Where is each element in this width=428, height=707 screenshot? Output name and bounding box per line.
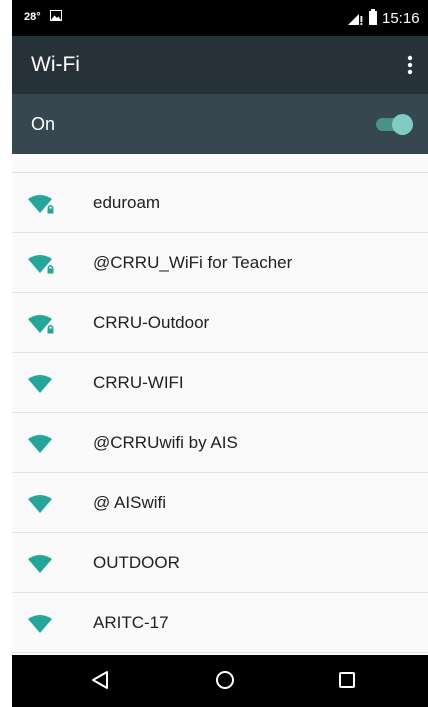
wifi-switch-label: On: [31, 114, 56, 134]
network-ssid: OUTDOOR: [93, 553, 180, 572]
toggle-thumb[interactable]: [392, 114, 413, 135]
status-bar: 28° 15:16: [12, 0, 428, 36]
network-row[interactable]: eduroam: [12, 173, 428, 233]
wifi-settings-screen: 28° 15:16 Wi-Fi On eduroam @CRRU_WiFi fo…: [12, 0, 428, 707]
wifi-icon: [28, 495, 52, 513]
home-icon[interactable]: [213, 668, 237, 692]
navigation-bar: [12, 655, 428, 707]
network-row[interactable]: @CRRU_WiFi for Teacher: [12, 233, 428, 293]
network-ssid: ARITC-17: [93, 613, 169, 632]
more-vert-icon[interactable]: [398, 50, 422, 80]
network-ssid: @CRRUwifi by AIS: [93, 433, 238, 452]
network-row[interactable]: CRRU-WIFI: [12, 353, 428, 413]
wifi-toggle[interactable]: [374, 112, 414, 136]
wifi-icon: [28, 555, 52, 573]
network-row[interactable]: OUTDOOR: [12, 533, 428, 593]
network-row[interactable]: ARITC-17: [12, 593, 428, 653]
wifi-lock-icon: [28, 255, 54, 274]
network-ssid: eduroam: [93, 193, 161, 212]
wifi-icon: [28, 375, 52, 393]
wifi-lock-icon: [28, 195, 54, 214]
app-bar: Wi-Fi: [12, 36, 428, 94]
temperature-indicator: 28°: [24, 11, 41, 23]
wifi-icon: [28, 615, 52, 633]
network-ssid: @ AISwifi: [93, 493, 166, 512]
battery-icon: [369, 9, 377, 25]
wifi-lock-icon: [28, 315, 54, 334]
network-ssid: CRRU-Outdoor: [93, 313, 210, 332]
wifi-icon: [28, 435, 52, 453]
wifi-master-switch-bar[interactable]: On: [12, 94, 428, 154]
back-icon[interactable]: [88, 668, 112, 692]
network-list: eduroam @CRRU_WiFi for Teacher CRRU-Outdoo…: [12, 172, 428, 653]
image-notification-icon: [50, 10, 62, 21]
signal-icon: [348, 14, 363, 25]
network-ssid: @CRRU_WiFi for Teacher: [93, 253, 293, 272]
status-clock: 15:16: [382, 10, 420, 27]
network-row[interactable]: CRRU-Outdoor: [12, 293, 428, 353]
network-ssid: CRRU-WIFI: [93, 373, 184, 392]
network-row[interactable]: @CRRUwifi by AIS: [12, 413, 428, 473]
page-title: Wi-Fi: [31, 53, 80, 76]
network-row[interactable]: @ AISwifi: [12, 473, 428, 533]
recents-icon[interactable]: [335, 668, 359, 692]
